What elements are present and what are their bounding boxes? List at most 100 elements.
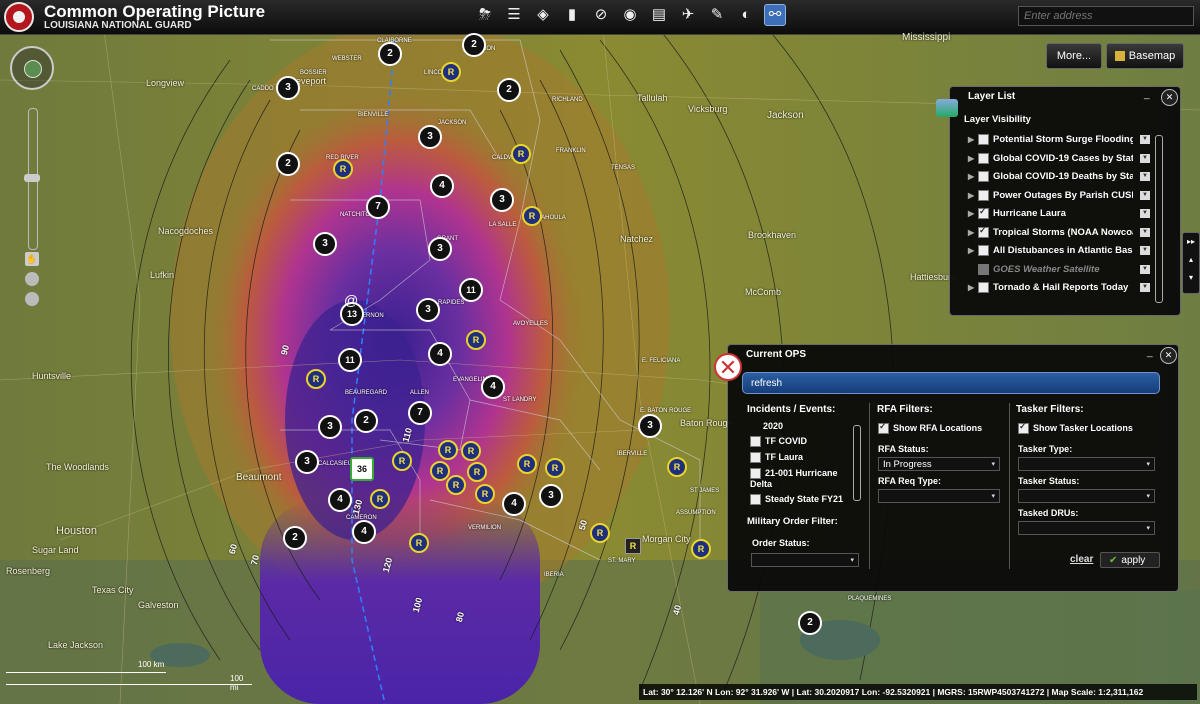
basemap-button[interactable]: Basemap — [1106, 43, 1184, 69]
rfa-marker[interactable]: R — [475, 484, 495, 504]
order-status-select[interactable]: ▾ — [751, 553, 859, 567]
cluster-marker[interactable]: 11 — [459, 278, 483, 302]
expand-arrow-icon[interactable]: ▶ — [968, 135, 978, 144]
rfa-marker[interactable]: R — [511, 144, 531, 164]
cluster-marker[interactable]: 4 — [352, 520, 376, 544]
expand-arrow-icon[interactable]: ▶ — [968, 172, 978, 181]
list-tool-icon[interactable]: ☰ — [503, 4, 525, 26]
show-tasker-option[interactable]: Show Tasker Locations — [1018, 421, 1133, 435]
cluster-marker[interactable]: 2 — [283, 526, 307, 550]
rfa-marker[interactable]: R — [545, 458, 565, 478]
incident-item[interactable]: Steady State FY21 — [750, 494, 848, 506]
rfa-status-select[interactable]: In Progress ▾ — [878, 457, 1000, 471]
incident-item[interactable]: 21-001 Hurricane Delta — [750, 468, 848, 489]
cluster-marker[interactable]: 2 — [276, 152, 300, 176]
layers-tool-icon[interactable]: ◈ — [532, 4, 554, 26]
incident-item[interactable]: TF Laura — [750, 452, 848, 464]
cluster-marker[interactable]: 2 — [462, 33, 486, 57]
incident-item[interactable]: TF COVID — [750, 436, 848, 448]
eye-tool-icon[interactable]: ◐ — [735, 4, 757, 26]
incident-checkbox[interactable] — [750, 468, 761, 480]
layer-row[interactable]: ▶ Global COVID-19 Cases by State ▼ — [968, 152, 1150, 171]
rfa-square-marker[interactable]: R — [625, 538, 641, 554]
cluster-marker[interactable]: 3 — [418, 125, 442, 149]
ops-minimize-button[interactable]: _ — [1147, 347, 1153, 358]
link-tool-icon[interactable]: ⚯ — [764, 4, 786, 26]
rfa-marker[interactable]: R — [370, 489, 390, 509]
incident-checkbox[interactable] — [750, 436, 761, 448]
cluster-marker[interactable]: 4 — [502, 492, 526, 516]
pan-hand-icon[interactable]: ✋ — [25, 252, 39, 266]
cluster-marker[interactable]: 2 — [497, 78, 521, 102]
layer-checkbox[interactable] — [978, 152, 989, 164]
rfa-marker[interactable]: R — [461, 441, 481, 461]
cluster-marker[interactable]: 2 — [798, 611, 822, 635]
cluster-marker[interactable]: 3 — [313, 232, 337, 256]
layer-checkbox[interactable] — [978, 171, 989, 182]
expand-arrow-icon[interactable]: ▶ — [968, 209, 978, 218]
rfa-marker[interactable]: R — [467, 462, 487, 482]
layer-checkbox[interactable] — [978, 225, 989, 238]
tasker-status-select[interactable]: ▾ — [1018, 489, 1155, 503]
zoom-thumb[interactable] — [24, 174, 40, 182]
layer-list-close-button[interactable]: ✕ — [1161, 89, 1178, 106]
rfa-marker[interactable]: R — [446, 475, 466, 495]
layer-options-icon[interactable]: ▼ — [1140, 246, 1150, 255]
layer-row[interactable]: ▶ All Distubances in Atlantic Basin ▼ — [968, 245, 1150, 263]
layer-row[interactable]: ▶ Global COVID-19 Deaths by State ▼ — [968, 171, 1150, 189]
rfa-marker[interactable]: R — [667, 457, 687, 477]
layer-row[interactable]: ▶ Tropical Storms (NOAA Nowcoast) ▼ — [968, 225, 1150, 245]
cluster-marker[interactable]: 3 — [276, 76, 300, 100]
weather-tool-icon[interactable]: ⛈ — [474, 4, 496, 26]
cluster-marker[interactable]: 4 — [481, 375, 505, 399]
ops-close-button[interactable]: ✕ — [1160, 347, 1177, 364]
cluster-marker[interactable]: 7 — [408, 401, 432, 425]
rfa-marker[interactable]: R — [522, 206, 542, 226]
incident-checkbox[interactable] — [750, 494, 761, 506]
cluster-marker[interactable]: 4 — [428, 342, 452, 366]
rfa-marker[interactable]: R — [333, 159, 353, 179]
hurricane-symbol[interactable]: @ — [344, 293, 358, 307]
cluster-marker[interactable]: 3 — [638, 414, 662, 438]
layer-options-icon[interactable]: ▼ — [1140, 172, 1150, 181]
rfa-marker[interactable]: R — [306, 369, 326, 389]
layer-options-icon[interactable]: ▼ — [1140, 209, 1150, 218]
zoom-out-icon[interactable] — [25, 292, 39, 306]
zoom-in-icon[interactable] — [25, 272, 39, 286]
layer-checkbox[interactable] — [978, 263, 989, 275]
side-panel-toggle[interactable]: ▸▸ ▴ ▾ — [1182, 232, 1200, 294]
cluster-marker[interactable]: 3 — [295, 450, 319, 474]
cluster-marker[interactable]: 3 — [490, 188, 514, 212]
cluster-marker[interactable]: 4 — [328, 488, 352, 512]
layer-options-icon[interactable]: ▼ — [1140, 227, 1150, 237]
layer-checkbox[interactable] — [978, 189, 989, 201]
palette-tool-icon[interactable]: ◉ — [619, 4, 641, 26]
book-tool-icon[interactable]: ▮ — [561, 4, 583, 26]
cancel-tool-icon[interactable]: ⊘ — [590, 4, 612, 26]
layer-options-icon[interactable]: ▼ — [1140, 283, 1150, 292]
layer-checkbox[interactable] — [978, 134, 989, 145]
incident-checkbox[interactable] — [750, 452, 761, 464]
show-rfa-checkbox[interactable] — [878, 421, 889, 435]
layer-checkbox[interactable] — [978, 245, 989, 256]
tasked-drus-select[interactable]: ▾ — [1018, 521, 1155, 535]
rfa-marker[interactable]: R — [466, 330, 486, 350]
layer-options-icon[interactable]: ▼ — [1140, 135, 1150, 144]
rfa-marker[interactable]: R — [691, 539, 711, 559]
rfa-marker[interactable]: R — [438, 440, 458, 460]
layer-list-minimize-button[interactable]: _ — [1144, 89, 1150, 100]
layer-row[interactable]: ▶ Hurricane Laura ▼ — [968, 206, 1150, 226]
rfa-marker[interactable]: R — [517, 454, 537, 474]
layer-row[interactable]: ▶ Tornado & Hail Reports Today ▼ — [968, 282, 1150, 300]
cluster-marker[interactable]: 2 — [378, 42, 402, 66]
layer-options-icon[interactable]: ▼ — [1140, 153, 1150, 163]
pan-control[interactable] — [10, 46, 54, 90]
cluster-marker[interactable]: 3 — [428, 237, 452, 261]
satellite-tool-icon[interactable]: ✈ — [677, 4, 699, 26]
layer-row[interactable]: ▶ Power Outages By Parish CUSE ▼ — [968, 189, 1150, 208]
pencil-tool-icon[interactable]: ✎ — [706, 4, 728, 26]
cluster-marker[interactable]: 3 — [318, 415, 342, 439]
layer-row[interactable]: ▶ Potential Storm Surge Flooding ▼ — [968, 134, 1150, 152]
rfa-marker[interactable]: R — [392, 451, 412, 471]
incident-item[interactable]: 2020 — [763, 421, 861, 431]
